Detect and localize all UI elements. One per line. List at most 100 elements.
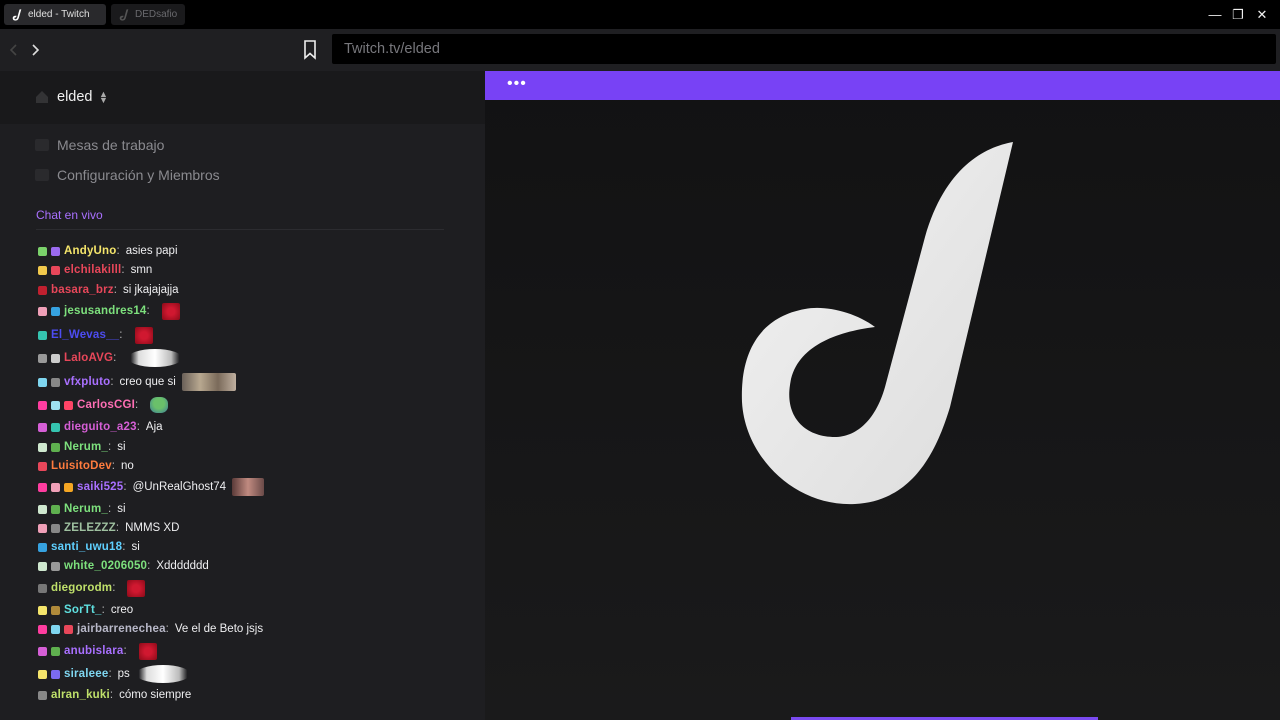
chat-username[interactable]: siraleee [64, 668, 108, 680]
chat-title[interactable]: Chat en vivo [36, 208, 103, 222]
badge-icon[interactable] [38, 523, 47, 533]
chat-message[interactable]: ZELEZZZ: NMMS XD [38, 518, 179, 538]
emote-icon[interactable] [150, 397, 169, 413]
badge-icon[interactable] [51, 669, 60, 679]
chat-message[interactable]: vfxpluto: creo que si [38, 372, 236, 392]
chat-message[interactable]: white_0206050: Xddddddd [38, 556, 209, 576]
badge-icon[interactable] [51, 561, 60, 571]
chat-message[interactable]: jesusandres14: [38, 301, 180, 321]
badge-icon[interactable] [51, 504, 60, 514]
chat-message[interactable]: saiki525: @UnRealGhost74 [38, 477, 265, 497]
emote-icon[interactable] [135, 665, 190, 683]
chat-username[interactable]: LaloAVG [64, 352, 113, 364]
forward-button[interactable] [24, 39, 46, 61]
badge-icon[interactable] [38, 542, 47, 552]
chat-username[interactable]: SorTt_ [64, 604, 102, 616]
badge-icon[interactable] [51, 306, 60, 316]
badge-icon[interactable] [38, 482, 47, 492]
close-button[interactable]: ✕ [1251, 4, 1273, 25]
minimize-button[interactable]: — [1204, 4, 1226, 25]
badge-icon[interactable] [38, 306, 47, 316]
badge-icon[interactable] [38, 646, 47, 656]
badge-icon[interactable] [64, 400, 73, 410]
chat-username[interactable]: anubislara [64, 645, 124, 657]
chat-message[interactable]: diegorodm: [38, 578, 146, 598]
chat-username[interactable]: elchilakilll [64, 264, 121, 276]
more-options-icon[interactable]: ••• [507, 76, 527, 92]
chat-username[interactable]: dieguito_a23 [64, 421, 137, 433]
chat-username[interactable]: saiki525 [77, 481, 123, 493]
emote-icon[interactable] [181, 373, 236, 391]
workspace-header[interactable]: elded ▲ ▼ [0, 71, 485, 124]
emote-icon[interactable] [128, 349, 183, 367]
chat-message[interactable]: santi_uwu18: si [38, 537, 140, 557]
chat-username[interactable]: ZELEZZZ [64, 522, 116, 534]
badge-icon[interactable] [38, 561, 47, 571]
badge-icon[interactable] [38, 624, 47, 634]
badge-icon[interactable] [51, 442, 60, 452]
badge-icon[interactable] [38, 353, 47, 363]
badge-icon[interactable] [38, 583, 47, 593]
chat-username[interactable]: alran_kuki [51, 689, 110, 701]
chat-message[interactable]: basara_brz: si jkajajajja [38, 280, 179, 300]
menu-item-mesas-de-trabajo[interactable]: Mesas de trabajo [35, 137, 164, 153]
emote-icon[interactable] [134, 326, 153, 344]
chat-username[interactable]: white_0206050 [64, 560, 147, 572]
menu-item-configuracion[interactable]: Configuración y Miembros [35, 167, 220, 183]
badge-icon[interactable] [38, 669, 47, 679]
chat-username[interactable]: santi_uwu18 [51, 541, 122, 553]
tab-dedsafio[interactable]: DEDsafio [111, 4, 185, 25]
badge-icon[interactable] [38, 442, 47, 452]
chat-username[interactable]: diegorodm [51, 582, 112, 594]
emote-icon[interactable] [232, 478, 265, 496]
chat-list[interactable]: AndyUno: asies papi elchilakilll: smn basara… [38, 241, 468, 719]
badge-icon[interactable] [51, 624, 60, 634]
badge-icon[interactable] [51, 265, 60, 275]
chat-username[interactable]: jesusandres14 [64, 305, 147, 317]
badge-icon[interactable] [51, 646, 60, 656]
chat-username[interactable]: Nerum_ [64, 503, 108, 515]
badge-icon[interactable] [51, 246, 60, 256]
badge-icon[interactable] [38, 246, 47, 256]
chat-message[interactable]: siraleee: ps [38, 664, 190, 684]
chat-message[interactable]: AndyUno: asies papi [38, 241, 178, 261]
chat-message[interactable]: SorTt_: creo [38, 600, 133, 620]
badge-icon[interactable] [38, 690, 47, 700]
chat-message[interactable]: CarlosCGI: [38, 395, 169, 415]
badge-icon[interactable] [51, 422, 60, 432]
bookmark-icon[interactable] [300, 39, 320, 61]
chat-message[interactable]: Nerum_: si [38, 437, 126, 457]
badge-icon[interactable] [38, 605, 47, 615]
address-bar[interactable]: Twitch.tv/elded [332, 34, 1276, 64]
restore-button[interactable]: ❐ [1227, 4, 1249, 25]
badge-icon[interactable] [38, 330, 47, 340]
chat-message[interactable]: alran_kuki: cómo siempre [38, 685, 191, 705]
chat-message[interactable]: LuisitoDev: no [38, 456, 134, 476]
chat-username[interactable]: Nerum_ [64, 441, 108, 453]
chat-message[interactable]: El_Wevas__: [38, 325, 153, 345]
badge-icon[interactable] [38, 377, 47, 387]
badge-icon[interactable] [38, 400, 47, 410]
badge-icon[interactable] [64, 482, 73, 492]
badge-icon[interactable] [38, 422, 47, 432]
chat-message[interactable]: LaloAVG: [38, 348, 183, 368]
badge-icon[interactable] [51, 377, 60, 387]
badge-icon[interactable] [38, 265, 47, 275]
chat-username[interactable]: jairbarrenechea [77, 623, 166, 635]
emote-icon[interactable] [127, 579, 146, 597]
badge-icon[interactable] [51, 605, 60, 615]
chat-username[interactable]: LuisitoDev [51, 460, 112, 472]
badge-icon[interactable] [38, 461, 47, 471]
badge-icon[interactable] [51, 523, 60, 533]
badge-icon[interactable] [51, 353, 60, 363]
badge-icon[interactable] [64, 624, 73, 634]
chat-message[interactable]: Nerum_: si [38, 499, 126, 519]
emote-icon[interactable] [138, 642, 157, 660]
chat-message[interactable]: dieguito_a23: Aja [38, 417, 163, 437]
badge-icon[interactable] [38, 504, 47, 514]
tab-elded-twitch[interactable]: elded - Twitch [4, 4, 106, 25]
chat-username[interactable]: CarlosCGI [77, 399, 135, 411]
badge-icon[interactable] [51, 400, 60, 410]
emote-icon[interactable] [161, 302, 180, 320]
chat-username[interactable]: El_Wevas__ [51, 329, 119, 341]
